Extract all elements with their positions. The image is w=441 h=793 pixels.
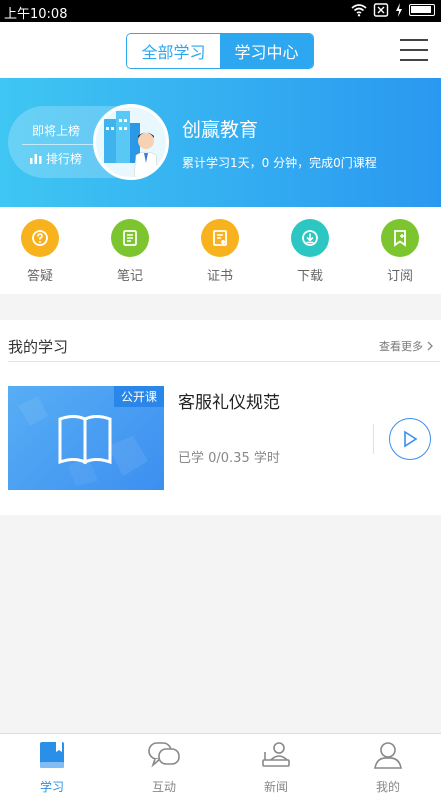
my-learning-section: 我的学习 查看更多 公开课 客服礼仪规范 已学 0/0.35 学时 — [0, 320, 441, 515]
bottom-tab-bar: 学习 互动 新闻 我的 — [0, 733, 441, 793]
course-tag: 公开课 — [113, 386, 164, 407]
tab-learning[interactable]: 学习 — [22, 740, 82, 793]
course-progress: 已学 0/0.35 学时 — [178, 451, 280, 466]
battery-icon — [409, 4, 435, 16]
quick-certificate[interactable]: 证书 — [190, 219, 250, 284]
ranking-row: 排行榜 — [30, 150, 82, 167]
question-icon — [21, 219, 59, 257]
top-bar: 全部学习 学习中心 — [0, 22, 441, 78]
tab-label: 新闻 — [263, 780, 288, 793]
quick-label: 证书 — [206, 269, 233, 284]
section-title: 我的学习 — [8, 338, 69, 356]
profile-banner: 即将上榜 排行榜 创赢教育 累计学习1天，0 分钟，完成0门课程 — [0, 78, 441, 207]
segmented-control: 全部学习 学习中心 — [126, 33, 314, 69]
tab-learning-center[interactable]: 学习中心 — [220, 34, 313, 68]
tab-all-learning[interactable]: 全部学习 — [127, 34, 220, 68]
status-bar: 上午10:08 — [0, 0, 441, 22]
play-icon — [404, 430, 418, 448]
tab-label: 互动 — [151, 780, 176, 793]
divider — [22, 144, 102, 145]
quick-subscribe[interactable]: 订阅 — [370, 219, 430, 284]
view-more-label: 查看更多 — [379, 340, 423, 353]
view-more-link[interactable]: 查看更多 — [379, 338, 433, 354]
status-icons — [351, 3, 435, 17]
wifi-icon — [351, 4, 367, 17]
tab-label: 我的 — [375, 780, 400, 793]
no-sim-icon — [373, 3, 389, 17]
quick-download[interactable]: 下载 — [280, 219, 340, 284]
tab-mine[interactable]: 我的 — [358, 740, 418, 793]
quick-label: 笔记 — [116, 269, 143, 284]
course-thumbnail[interactable]: 公开课 — [8, 386, 164, 490]
quick-label: 答疑 — [26, 269, 53, 284]
play-button[interactable] — [389, 418, 431, 460]
learning-stats: 累计学习1天，0 分钟，完成0门课程 — [182, 156, 377, 170]
ranking-label: 排行榜 — [46, 152, 83, 166]
tab-news[interactable]: 新闻 — [246, 740, 306, 793]
chat-icon — [148, 742, 180, 768]
rank-hint: 即将上榜 — [32, 124, 81, 138]
download-icon — [291, 219, 329, 257]
menu-icon[interactable] — [400, 39, 428, 63]
quick-actions: 答疑 笔记 证书 下载 订阅 — [0, 207, 441, 294]
tab-interact[interactable]: 互动 — [134, 740, 194, 793]
user-icon — [374, 742, 402, 769]
certificate-icon — [201, 219, 239, 257]
quick-notes[interactable]: 笔记 — [100, 219, 160, 284]
tab-label: 学习 — [39, 780, 64, 793]
charging-icon — [396, 3, 402, 17]
org-name: 创赢教育 — [182, 119, 259, 141]
notebook-icon — [111, 219, 149, 257]
course-title[interactable]: 客服礼仪规范 — [178, 388, 280, 413]
avatar[interactable] — [93, 104, 169, 180]
bar-chart-icon — [30, 154, 42, 164]
news-icon — [262, 742, 290, 767]
divider — [8, 361, 440, 362]
chevron-right-icon — [427, 341, 433, 351]
book-icon — [40, 742, 64, 768]
avatar-illustration — [104, 111, 159, 177]
clock: 上午10:08 — [4, 7, 68, 22]
quick-label: 下载 — [296, 269, 323, 284]
subscribe-icon — [381, 219, 419, 257]
divider — [373, 424, 374, 454]
quick-label: 订阅 — [386, 269, 413, 284]
quick-qa[interactable]: 答疑 — [10, 219, 70, 284]
